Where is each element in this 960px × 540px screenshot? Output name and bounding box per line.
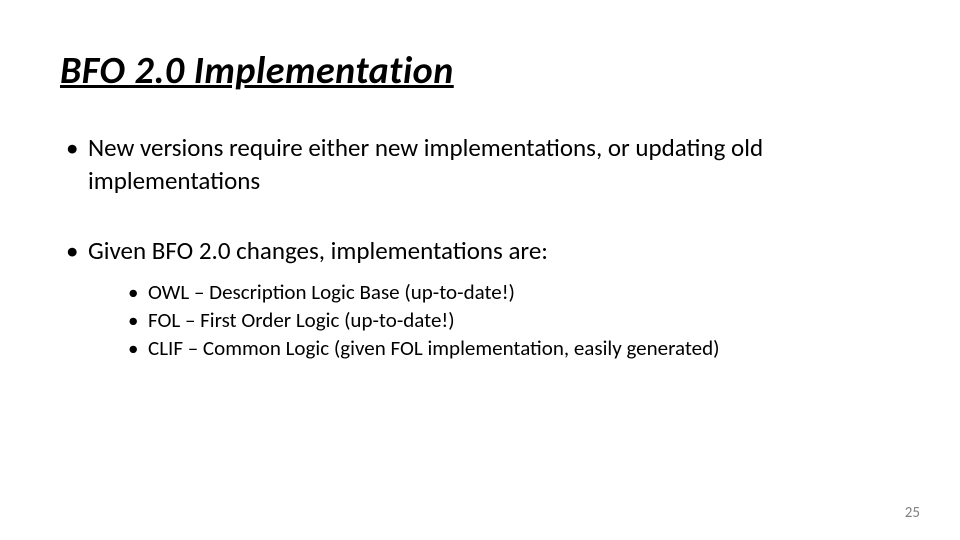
- page-number: 25: [905, 504, 920, 522]
- bullet-item: Given BFO 2.0 changes, implementations a…: [60, 235, 900, 363]
- sub-bullet-item: FOL – First Order Logic (up-to-date!): [88, 306, 900, 334]
- bullet-list: New versions require either new implemen…: [60, 132, 900, 363]
- bullet-text: New versions require either new implemen…: [88, 132, 763, 196]
- slide: BFO 2.0 Implementation New versions requ…: [0, 0, 960, 540]
- sub-bullet-item: CLIF – Common Logic (given FOL implement…: [88, 334, 900, 362]
- slide-title: BFO 2.0 Implementation: [60, 48, 900, 94]
- sub-bullet-list: OWL – Description Logic Base (up-to-date…: [88, 278, 900, 363]
- bullet-text: Given BFO 2.0 changes, implementations a…: [88, 235, 548, 266]
- sub-bullet-item: OWL – Description Logic Base (up-to-date…: [88, 278, 900, 306]
- bullet-item: New versions require either new implemen…: [60, 132, 900, 197]
